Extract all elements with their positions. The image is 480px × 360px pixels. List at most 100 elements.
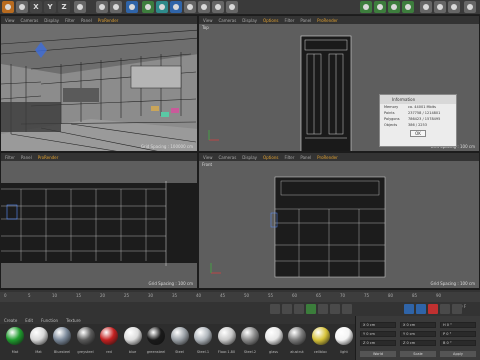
deformer-icon[interactable] [184, 1, 196, 13]
subdivision-surface-icon[interactable] [156, 1, 168, 13]
position-key-icon[interactable] [440, 304, 450, 314]
material-swatch[interactable]: Mat [28, 325, 50, 358]
keyframe-selection-icon[interactable] [428, 304, 438, 314]
position-z-field[interactable]: Z 0 cm [360, 340, 396, 346]
material-swatch[interactable]: Steel.1 [192, 325, 214, 358]
menu-display[interactable]: Display [242, 18, 257, 23]
menu-panel[interactable]: Panel [300, 18, 311, 23]
previous-frame-icon[interactable] [294, 304, 304, 314]
record-keys-icon[interactable] [404, 304, 414, 314]
rotation-p-field[interactable]: P 0 ° [440, 331, 476, 337]
next-frame-icon[interactable] [318, 304, 328, 314]
timeline-ruler[interactable]: 0 5 10 15 20 25 30 35 40 45 50 55 60 65 … [0, 292, 480, 302]
menu-panel[interactable]: Panel [21, 155, 32, 160]
menu-edit[interactable]: Edit [25, 318, 33, 323]
coordinate-system-icon[interactable] [74, 1, 86, 13]
cube-primitive-icon[interactable] [126, 1, 138, 13]
material-swatch[interactable]: Steel.2 [239, 325, 261, 358]
material-swatch[interactable]: greensteel [145, 325, 167, 358]
x-axis-toggle[interactable]: X [30, 1, 42, 13]
material-swatch[interactable]: blue [122, 325, 144, 358]
material-swatch[interactable]: cellbloc [310, 325, 332, 358]
go-to-start-icon[interactable] [270, 304, 280, 314]
render-view-icon[interactable] [96, 1, 108, 13]
workplane-icon[interactable] [360, 1, 372, 13]
menu-prorender[interactable]: ProRender [38, 155, 59, 160]
rotation-b-field[interactable]: B 0 ° [440, 340, 476, 346]
menu-prorender[interactable]: ProRender [317, 18, 338, 23]
viewport-menu: View Cameras Display Options Filter Pane… [199, 16, 479, 24]
ok-button[interactable]: OK [410, 130, 426, 137]
menu-cameras[interactable]: Cameras [219, 18, 237, 23]
edges-mode-icon[interactable] [434, 1, 446, 13]
render-picture-viewer-icon[interactable] [110, 1, 122, 13]
material-swatch[interactable]: red [98, 325, 120, 358]
size-mode-select[interactable]: Scale [400, 351, 436, 357]
material-preview-icon [288, 327, 306, 345]
previous-key-icon[interactable] [282, 304, 292, 314]
play-forward-icon[interactable] [306, 304, 316, 314]
rotation-h-field[interactable]: H 0 ° [440, 322, 476, 328]
menu-filter[interactable]: Filter [284, 155, 294, 160]
camera-icon[interactable] [212, 1, 224, 13]
menu-cameras[interactable]: Cameras [21, 18, 39, 23]
coord-row: X 0 cm X 0 cm H 0 ° [360, 322, 478, 328]
menu-view[interactable]: View [5, 18, 15, 23]
polygons-mode-icon[interactable] [448, 1, 460, 13]
model-mode-icon[interactable] [402, 1, 414, 13]
tick-label: 65 [316, 293, 322, 298]
material-swatch[interactable]: glass [263, 325, 285, 358]
autokey-icon[interactable] [416, 304, 426, 314]
menu-filter[interactable]: Filter [5, 155, 15, 160]
go-to-end-icon[interactable] [342, 304, 352, 314]
snap-icon[interactable] [374, 1, 386, 13]
kitchen-front-wireframe [210, 176, 386, 278]
coord-mode-select[interactable]: World [360, 351, 396, 357]
apply-button[interactable]: Apply [440, 351, 476, 357]
size-z-field[interactable]: Z 0 cm [400, 340, 436, 346]
layout-icon[interactable] [464, 1, 476, 13]
menu-prorender[interactable]: ProRender [317, 155, 338, 160]
live-selection-icon[interactable] [16, 1, 28, 13]
menu-view[interactable]: View [203, 18, 213, 23]
menu-options[interactable]: Options [263, 155, 278, 160]
viewport-side[interactable]: Filter Panel ProRender Grid Spacing : 10… [0, 152, 198, 289]
pen-spline-icon[interactable] [142, 1, 154, 13]
menu-filter[interactable]: Filter [284, 18, 294, 23]
material-swatch[interactable]: Bluesteel [51, 325, 73, 358]
menu-panel[interactable]: Panel [81, 18, 92, 23]
y-axis-toggle[interactable]: Y [44, 1, 56, 13]
viewport-front[interactable]: View Cameras Display Options Filter Pane… [198, 152, 480, 289]
size-y-field[interactable]: Y 0 cm [400, 331, 436, 337]
material-swatch[interactable]: light [333, 325, 355, 358]
material-swatch[interactable]: Steel [169, 325, 191, 358]
material-swatch[interactable]: alustrut [286, 325, 308, 358]
material-swatch[interactable]: Mat [4, 325, 26, 358]
menu-texture[interactable]: Texture [66, 318, 81, 323]
points-mode-icon[interactable] [420, 1, 432, 13]
material-swatch[interactable]: greysteel [75, 325, 97, 358]
material-swatch[interactable]: Floor.1.80 [216, 325, 238, 358]
environment-icon[interactable] [198, 1, 210, 13]
undo-icon[interactable] [2, 1, 14, 13]
menu-create[interactable]: Create [4, 318, 17, 323]
z-axis-toggle[interactable]: Z [58, 1, 70, 13]
menu-cameras[interactable]: Cameras [219, 155, 237, 160]
position-y-field[interactable]: Y 0 cm [360, 331, 396, 337]
axis-mode-icon[interactable] [388, 1, 400, 13]
menu-function[interactable]: Function [41, 318, 58, 323]
menu-panel[interactable]: Panel [300, 155, 311, 160]
menu-display[interactable]: Display [242, 155, 257, 160]
viewport-perspective[interactable]: View Cameras Display Filter Panel ProRen… [0, 15, 198, 152]
cloner-icon[interactable] [170, 1, 182, 13]
next-key-icon[interactable] [330, 304, 340, 314]
menu-prorender[interactable]: ProRender [98, 18, 119, 23]
light-icon[interactable] [226, 1, 238, 13]
menu-filter[interactable]: Filter [65, 18, 75, 23]
menu-display[interactable]: Display [44, 18, 59, 23]
position-x-field[interactable]: X 0 cm [360, 322, 396, 328]
menu-view[interactable]: View [203, 155, 213, 160]
menu-options[interactable]: Options [263, 18, 278, 23]
size-x-field[interactable]: X 0 cm [400, 322, 436, 328]
scale-key-icon[interactable] [452, 304, 462, 314]
